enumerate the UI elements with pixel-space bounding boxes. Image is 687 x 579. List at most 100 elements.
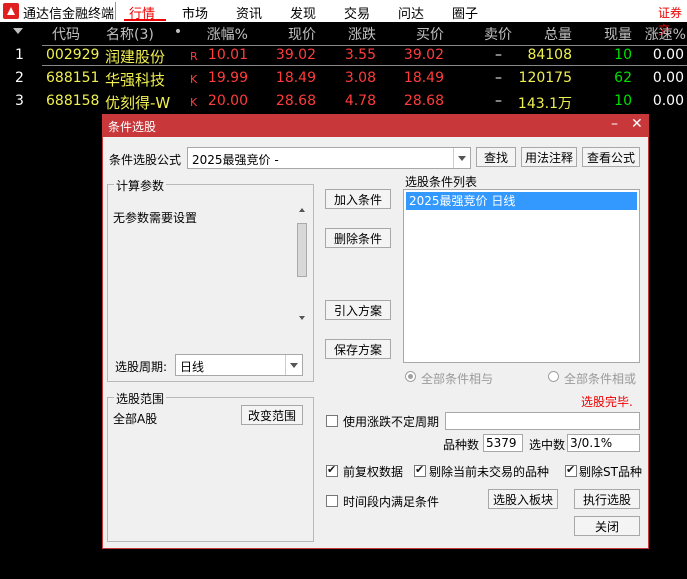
radio-and-label: 全部条件相与 (421, 372, 494, 386)
forward-adjust-label: 前复权数据 (343, 465, 404, 479)
formula-select-value: 2025最强竞价 - (192, 153, 279, 167)
minimize-icon[interactable]: – (611, 116, 618, 132)
volume: 143.1万 (517, 96, 572, 112)
checkbox-exclude-st[interactable] (565, 463, 577, 477)
radio-or-label: 全部条件相或 (564, 372, 637, 386)
formula-label: 条件选股公式 (109, 153, 182, 167)
col-volume[interactable]: 总量 (526, 24, 572, 43)
add-to-block-button[interactable]: 选股入板块 (488, 489, 558, 509)
find-button[interactable]: 查找 (476, 147, 516, 167)
add-condition-button[interactable]: 加入条件 (325, 189, 391, 209)
selected-value: 3/0.1% (567, 434, 640, 452)
col-ask[interactable]: 卖价 (466, 24, 512, 43)
count-label: 品种数 (443, 438, 480, 452)
current-volume: 10 (614, 47, 632, 63)
formula-select[interactable]: 2025最强竞价 - (187, 147, 471, 169)
stock-code: 002929 (46, 47, 100, 63)
change-scope-button[interactable]: 改变范围 (241, 405, 303, 425)
save-scheme-button[interactable]: 保存方案 (325, 339, 391, 359)
col-name[interactable]: 名称(3) (106, 24, 176, 43)
ask: – (495, 93, 502, 109)
col-speed[interactable]: 涨速% (640, 24, 686, 43)
pct-change: 20.00 (207, 93, 248, 109)
checkbox-time-range[interactable] (326, 495, 338, 507)
col-bid[interactable]: 买价 (398, 24, 444, 43)
volume: 84108 (527, 47, 572, 63)
stock-code: 688158 (46, 93, 100, 109)
bid: 39.02 (403, 47, 444, 63)
scroll-down-icon[interactable] (299, 316, 305, 320)
col-change[interactable]: 涨跌 (330, 24, 376, 43)
checkbox-exclude-untraded[interactable] (414, 463, 426, 477)
sort-dropdown-icon[interactable] (13, 28, 23, 34)
speed: 0.00 (652, 93, 684, 109)
delete-condition-button[interactable]: 删除条件 (325, 228, 391, 248)
close-button[interactable]: 关闭 (574, 516, 640, 536)
price: 28.68 (275, 93, 316, 109)
speed: 0.00 (652, 47, 684, 63)
chevron-down-icon[interactable] (285, 355, 302, 375)
condition-list-label: 选股条件列表 (405, 175, 478, 189)
tab-news[interactable]: 资讯 (236, 3, 262, 22)
time-range-label: 时间段内满足条件 (343, 495, 440, 509)
close-icon[interactable]: ✕ (631, 116, 643, 132)
condition-list[interactable]: 2025最强竞价 日线 (403, 189, 640, 363)
row-index: 1 (15, 47, 24, 63)
view-formula-button[interactable]: 查看公式 (582, 147, 640, 167)
radio-and[interactable] (405, 371, 416, 382)
volume: 120175 (518, 70, 572, 86)
change: 4.78 (344, 93, 376, 109)
stock-name: 优刻得-W (105, 94, 171, 112)
bid: 28.68 (403, 93, 444, 109)
radio-or[interactable] (548, 371, 559, 382)
chevron-down-icon[interactable] (453, 148, 470, 168)
variable-period-label: 使用涨跌不定周期 (343, 415, 440, 429)
tab-market[interactable]: 市场 (182, 3, 208, 22)
pct-change: 10.01 (207, 47, 248, 63)
col-current-volume[interactable]: 现量 (586, 24, 632, 43)
scroll-up-icon[interactable] (299, 208, 305, 212)
params-group-title: 计算参数 (114, 177, 167, 194)
checkbox-variable-period[interactable] (326, 415, 338, 427)
nav-divider (115, 2, 116, 20)
dialog-title-bar[interactable]: 条件选股 – ✕ (103, 115, 648, 137)
bid: 18.49 (403, 70, 444, 86)
status-text: 选股完毕. (581, 395, 633, 409)
tab-ask[interactable]: 问达 (398, 3, 424, 22)
speed: 0.00 (652, 70, 684, 86)
import-scheme-button[interactable]: 引入方案 (325, 300, 391, 320)
change: 3.55 (344, 47, 376, 63)
usage-notes-button[interactable]: 用法注释 (521, 147, 577, 167)
active-tab-indicator (124, 19, 166, 21)
scope-value: 全部A股 (113, 412, 158, 426)
tab-trade[interactable]: 交易 (344, 3, 370, 22)
params-scrollbar[interactable] (296, 205, 308, 323)
ask: – (495, 70, 502, 86)
run-selection-button[interactable]: 执行选股 (574, 489, 640, 509)
top-bar: 通达信金融终端 行情 市场 资讯 发现 交易 问达 圈子 证券交 (0, 0, 687, 37)
exclude-untraded-label: 剔除当前未交易的品种 (429, 465, 550, 479)
col-code[interactable]: 代码 (44, 24, 88, 43)
tab-circle[interactable]: 圈子 (452, 3, 478, 22)
period-label: 选股周期: (115, 360, 168, 374)
col-price[interactable]: 现价 (270, 24, 316, 43)
ask: – (495, 47, 502, 63)
price: 39.02 (275, 47, 316, 63)
variable-period-input[interactable] (445, 412, 640, 430)
period-select-value: 日线 (180, 360, 205, 374)
row-index: 2 (15, 70, 24, 86)
change: 3.08 (344, 70, 376, 86)
count-value: 5379 (483, 434, 523, 452)
period-select[interactable]: 日线 (175, 354, 303, 376)
stock-code: 688151 (46, 70, 100, 86)
scroll-thumb[interactable] (297, 223, 307, 277)
checkbox-forward-adjust[interactable] (326, 463, 338, 477)
tab-discover[interactable]: 发现 (290, 3, 316, 22)
col-flag[interactable]: • (172, 24, 184, 42)
exclude-st-label: 剔除ST品种 (579, 465, 642, 479)
selected-label: 选中数 (529, 438, 566, 452)
list-item[interactable]: 2025最强竞价 日线 (406, 192, 637, 210)
stock-name: 华强科技 (105, 71, 166, 89)
col-pct[interactable]: 涨幅% (196, 24, 248, 43)
current-volume: 62 (614, 70, 632, 86)
